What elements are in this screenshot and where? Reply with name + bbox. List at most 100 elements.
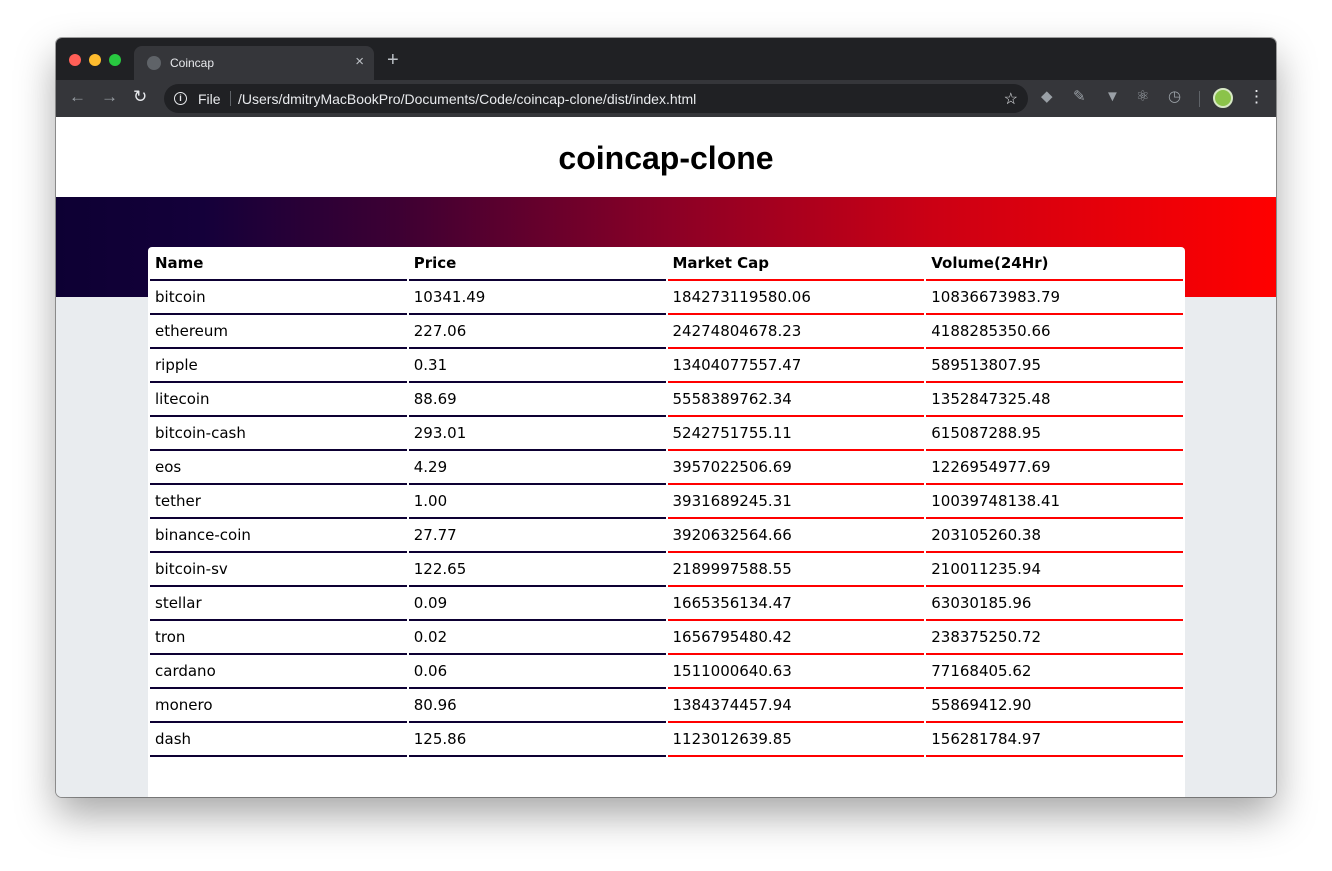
cell-market-cap: 1384374457.94 [667,689,925,723]
cell-name: binance-coin [150,519,407,553]
info-icon[interactable]: i [174,92,187,105]
vue-extension-icon[interactable]: ▼ [1105,89,1120,104]
table-row[interactable]: bitcoin 10341.49 184273119580.06 1083667398… [150,281,1183,315]
table-row[interactable]: ethereum 227.06 24274804678.23 4188285350.6… [150,315,1183,349]
coin-table: Name Price Market Cap Volume(24Hr) bitco… [148,247,1185,757]
cell-market-cap: 2189997588.55 [667,553,925,587]
more-vert-icon[interactable]: ⋮ [1248,88,1265,105]
table-row[interactable]: eos 4.29 3957022506.69 1226954977.69 [150,451,1183,485]
cell-market-cap: 3920632564.66 [667,519,925,553]
cell-market-cap: 13404077557.47 [667,349,925,383]
arrow-right-icon[interactable]: → [101,88,118,105]
cell-name: bitcoin-cash [150,417,407,451]
cell-name: monero [150,689,407,723]
cell-volume: 203105260.38 [926,519,1183,553]
browser-tab[interactable]: Coincap × [134,46,374,80]
tab-bar: Coincap × + [56,38,1276,80]
table-row[interactable]: tron 0.02 1656795480.42 238375250.72 [150,621,1183,655]
cell-volume: 10039748138.41 [926,485,1183,519]
cell-price: 0.02 [408,621,666,655]
table-row[interactable]: ripple 0.31 13404077557.47 589513807.95 [150,349,1183,383]
window-minimize-button[interactable] [89,54,101,66]
cell-price: 10341.49 [408,281,666,315]
cell-volume: 55869412.90 [926,689,1183,723]
cell-volume: 210011235.94 [926,553,1183,587]
browser-window: Coincap × + ← → ↻ i File /Users/dmitryMa… [56,38,1276,797]
table-header-row: Name Price Market Cap Volume(24Hr) [150,247,1183,281]
table-row[interactable]: dash 125.86 1123012639.85 156281784.97 [150,723,1183,757]
cell-volume: 10836673983.79 [926,281,1183,315]
cell-name: bitcoin [150,281,407,315]
cell-price: 1.00 [408,485,666,519]
window-close-button[interactable] [69,54,81,66]
window-maximize-button[interactable] [109,54,121,66]
browser-toolbar: ← → ↻ i File /Users/dmitryMacBookPro/Doc… [56,80,1276,117]
pen-extension-icon[interactable]: ✎ [1073,89,1086,104]
table-row[interactable]: litecoin 88.69 5558389762.34 1352847325.48 [150,383,1183,417]
cell-market-cap: 1123012639.85 [667,723,925,757]
star-icon[interactable]: ☆ [1004,89,1018,109]
cell-price: 122.65 [408,553,666,587]
new-tab-button[interactable]: + [387,50,399,70]
address-bar[interactable]: i File /Users/dmitryMacBookPro/Documents… [164,84,1028,113]
cell-price: 88.69 [408,383,666,417]
url-text[interactable]: /Users/dmitryMacBookPro/Documents/Code/c… [238,91,696,107]
table-row[interactable]: stellar 0.09 1665356134.47 63030185.96 [150,587,1183,621]
cell-market-cap: 3931689245.31 [667,485,925,519]
cell-price: 125.86 [408,723,666,757]
reload-icon[interactable]: ↻ [133,88,147,105]
tab-close-icon[interactable]: × [355,53,364,70]
cell-volume: 156281784.97 [926,723,1183,757]
cell-price: 27.77 [408,519,666,553]
header-market-cap[interactable]: Market Cap [667,247,925,281]
cell-name: ripple [150,349,407,383]
cell-name: eos [150,451,407,485]
layers-extension-icon[interactable]: ◆ [1041,89,1053,104]
cell-name: bitcoin-sv [150,553,407,587]
cell-market-cap: 184273119580.06 [667,281,925,315]
table-row[interactable]: monero 80.96 1384374457.94 55869412.90 [150,689,1183,723]
cell-market-cap: 3957022506.69 [667,451,925,485]
page-header: coincap-clone [56,117,1276,197]
table-body: bitcoin 10341.49 184273119580.06 1083667398… [150,281,1183,757]
cell-name: tron [150,621,407,655]
cell-volume: 1226954977.69 [926,451,1183,485]
cell-price: 0.09 [408,587,666,621]
table-row[interactable]: binance-coin 27.77 3920632564.66 203105260.… [150,519,1183,553]
cell-market-cap: 5558389762.34 [667,383,925,417]
cell-name: tether [150,485,407,519]
cell-name: stellar [150,587,407,621]
omnibox-divider [230,91,231,106]
table-row[interactable]: bitcoin-cash 293.01 5242751755.11 615087288… [150,417,1183,451]
table-row[interactable]: tether 1.00 3931689245.31 10039748138.41 [150,485,1183,519]
cell-price: 0.31 [408,349,666,383]
table-row[interactable]: bitcoin-sv 122.65 2189997588.55 210011235.9… [150,553,1183,587]
cell-volume: 589513807.95 [926,349,1183,383]
cell-volume: 238375250.72 [926,621,1183,655]
toolbar-divider [1199,91,1200,107]
profile-avatar[interactable] [1213,88,1233,108]
cell-volume: 63030185.96 [926,587,1183,621]
cell-market-cap: 1511000640.63 [667,655,925,689]
arrow-left-icon[interactable]: ← [69,88,86,105]
cell-market-cap: 1656795480.42 [667,621,925,655]
cell-price: 293.01 [408,417,666,451]
cell-volume: 77168405.62 [926,655,1183,689]
url-scheme-label: File [198,91,221,107]
page-title: coincap-clone [558,140,774,176]
tab-title: Coincap [170,56,215,70]
table-row[interactable]: cardano 0.06 1511000640.63 77168405.62 [150,655,1183,689]
cell-volume: 4188285350.66 [926,315,1183,349]
cell-volume: 615087288.95 [926,417,1183,451]
header-name[interactable]: Name [150,247,407,281]
globe-icon [147,56,161,70]
clock-extension-icon[interactable]: ◷ [1168,89,1181,104]
header-volume[interactable]: Volume(24Hr) [926,247,1183,281]
header-price[interactable]: Price [408,247,666,281]
cell-price: 227.06 [408,315,666,349]
cell-price: 4.29 [408,451,666,485]
cell-name: dash [150,723,407,757]
cell-name: ethereum [150,315,407,349]
cell-market-cap: 24274804678.23 [667,315,925,349]
react-extension-icon[interactable]: ⚛ [1136,89,1149,104]
